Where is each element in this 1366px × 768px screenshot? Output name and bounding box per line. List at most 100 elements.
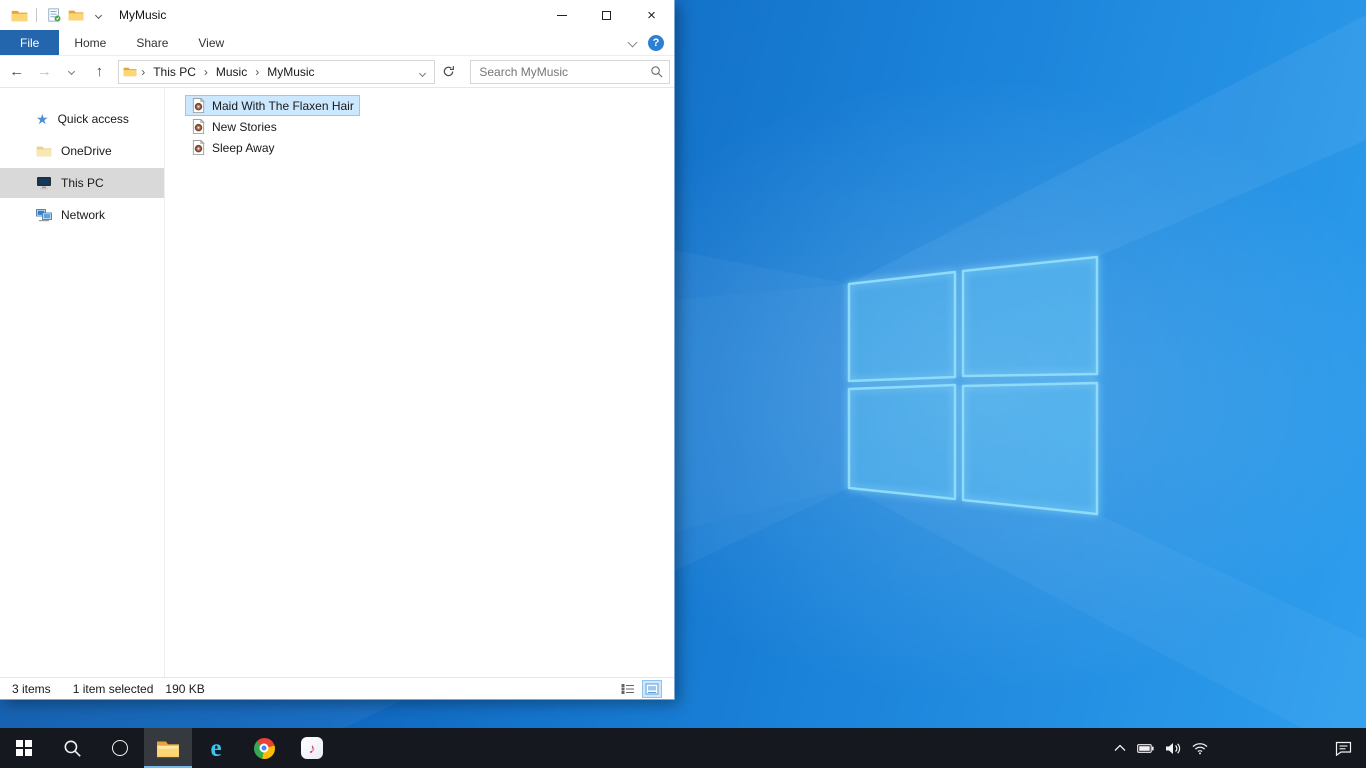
address-dropdown-button[interactable] <box>415 65 430 79</box>
forward-button[interactable]: → <box>32 59 58 85</box>
breadcrumb-this-pc[interactable]: This PC <box>146 65 203 79</box>
back-button[interactable]: ← <box>4 59 30 85</box>
wifi-icon <box>1192 742 1208 754</box>
navigation-pane: ★ Quick access OneDrive This PC Network <box>0 88 165 677</box>
quick-access-star-icon: ★ <box>36 111 49 127</box>
up-arrow-icon: ↑ <box>95 63 104 80</box>
audio-file-icon <box>192 98 205 113</box>
sidebar-item-onedrive[interactable]: OneDrive <box>0 136 164 166</box>
tab-home[interactable]: Home <box>59 30 121 55</box>
sidebar-item-label: This PC <box>61 176 104 190</box>
window-folder-icon <box>8 4 30 26</box>
qat-new-folder-icon[interactable] <box>65 4 87 26</box>
refresh-icon <box>443 66 454 77</box>
taskbar-search-button[interactable] <box>48 728 96 768</box>
ribbon-tab-bar: File Home Share View ? <box>0 30 674 56</box>
this-pc-monitor-icon <box>36 176 52 190</box>
status-item-count: 3 items <box>12 681 51 696</box>
action-center-button[interactable] <box>1328 728 1358 768</box>
file-item-maid-with-the-flaxen-hair[interactable]: Maid With The Flaxen Hair <box>185 95 360 116</box>
sidebar-item-this-pc[interactable]: This PC <box>0 168 164 198</box>
tab-share[interactable]: Share <box>121 30 183 55</box>
search-input[interactable] <box>471 64 650 79</box>
chrome-button[interactable] <box>240 728 288 768</box>
itunes-button[interactable]: ♪ <box>288 728 336 768</box>
breadcrumb-music[interactable]: Music <box>209 65 254 79</box>
volume-button[interactable] <box>1165 742 1181 755</box>
window-title: MyMusic <box>119 8 167 22</box>
up-button[interactable]: ↑ <box>87 59 113 85</box>
file-item-sleep-away[interactable]: Sleep Away <box>185 137 281 158</box>
address-folder-icon <box>123 66 137 77</box>
search-icon <box>64 740 81 757</box>
forward-arrow-icon: → <box>36 63 52 80</box>
maximize-button[interactable] <box>584 0 629 30</box>
hidden-icons-button[interactable] <box>1114 744 1126 752</box>
address-dropdown-chevron-icon <box>418 69 426 77</box>
start-icon <box>16 740 32 756</box>
file-name: New Stories <box>212 119 277 134</box>
hidden-icons-chevron-icon <box>1114 744 1126 751</box>
search-icon[interactable] <box>650 65 663 78</box>
minimize-icon <box>556 14 567 16</box>
wifi-button[interactable] <box>1192 742 1208 755</box>
details-view-icon <box>621 683 634 694</box>
file-item-new-stories[interactable]: New Stories <box>185 116 283 137</box>
internet-explorer-icon: e <box>210 734 222 762</box>
taskbar-file-explorer-button[interactable] <box>144 728 192 768</box>
start-button[interactable] <box>0 728 48 768</box>
caption-buttons: × <box>539 0 674 30</box>
sidebar-item-quick-access[interactable]: ★ Quick access <box>0 104 164 134</box>
qat-properties-icon[interactable] <box>43 4 65 26</box>
breadcrumb-mymusic[interactable]: MyMusic <box>260 65 321 79</box>
recent-locations-chevron-icon <box>68 67 76 76</box>
audio-file-icon <box>192 140 205 155</box>
tab-view[interactable]: View <box>183 30 239 55</box>
file-list: Maid With The Flaxen Hair New Stories Sl… <box>165 88 674 677</box>
back-arrow-icon: ← <box>9 63 25 80</box>
status-selection: 1 item selected <box>72 681 154 696</box>
file-explorer-window: MyMusic × File Home Share View ? ← → ↑ ›… <box>0 0 675 700</box>
itunes-icon: ♪ <box>301 737 323 759</box>
explorer-main: ★ Quick access OneDrive This PC Network … <box>0 88 674 677</box>
desktop: MyMusic × File Home Share View ? ← → ↑ ›… <box>0 0 1366 768</box>
sidebar-item-label: OneDrive <box>61 144 112 158</box>
battery-button[interactable] <box>1137 743 1154 754</box>
qat-separator <box>36 8 37 22</box>
help-icon[interactable]: ? <box>648 34 664 51</box>
cortana-button[interactable] <box>96 728 144 768</box>
expand-ribbon-chevron-icon[interactable] <box>627 37 638 48</box>
sidebar-item-label: Network <box>61 208 106 222</box>
large-icons-view-icon <box>645 683 659 694</box>
view-toggles <box>618 679 662 698</box>
details-view-button[interactable] <box>618 680 638 698</box>
taskbar: e ♪ <box>0 728 1366 768</box>
close-button[interactable]: × <box>629 0 674 30</box>
volume-icon <box>1166 742 1181 754</box>
title-bar: MyMusic × <box>0 0 674 30</box>
sidebar-item-label: Quick access <box>57 112 129 126</box>
file-name: Sleep Away <box>212 140 275 155</box>
audio-file-icon <box>192 119 205 134</box>
cortana-icon <box>112 740 128 756</box>
internet-explorer-button[interactable]: e <box>192 728 240 768</box>
chrome-icon <box>253 737 275 759</box>
status-bar: 3 items 1 item selected 190 KB <box>0 677 674 699</box>
tab-file[interactable]: File <box>0 30 60 55</box>
minimize-button[interactable] <box>539 0 584 30</box>
refresh-button[interactable] <box>437 60 461 84</box>
network-icon <box>36 208 52 222</box>
large-icons-view-button[interactable] <box>642 679 662 698</box>
sidebar-item-network[interactable]: Network <box>0 200 164 230</box>
address-bar[interactable]: › This PC › Music › MyMusic <box>118 59 435 84</box>
qat-customize-chevron-icon[interactable] <box>87 4 109 26</box>
maximize-icon <box>602 10 611 20</box>
file-explorer-icon <box>157 741 179 757</box>
recent-locations-button[interactable] <box>59 59 85 85</box>
battery-icon <box>1137 743 1154 753</box>
file-name: Maid With The Flaxen Hair <box>212 98 354 113</box>
navigation-bar: ← → ↑ › This PC › Music › MyMusic <box>0 56 674 88</box>
close-icon: × <box>647 6 656 24</box>
onedrive-folder-icon <box>36 145 52 157</box>
action-center-icon <box>1335 741 1351 756</box>
